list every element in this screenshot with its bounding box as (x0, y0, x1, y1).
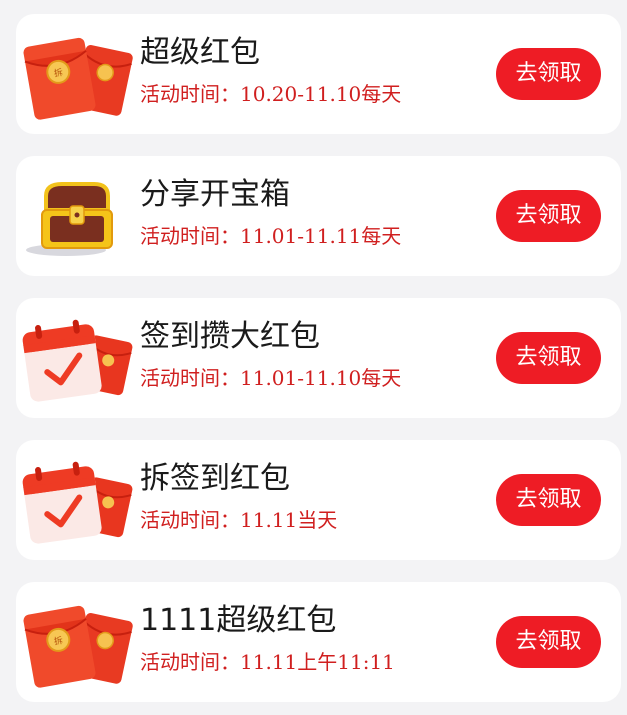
activity-time-value: 11.01-11.10每天 (240, 366, 402, 390)
activity-card-super-red-packet: 拆 超级红包 活动时间：10.20-11.10每天 去领取 (16, 14, 621, 134)
red-envelope-icon: 拆 (18, 28, 134, 120)
activity-time: 活动时间：11.11上午11:11 (140, 648, 395, 676)
activity-time: 活动时间：11.11当天 (140, 506, 337, 534)
claim-button[interactable]: 去领取 (496, 190, 601, 242)
activity-time: 活动时间：10.20-11.10每天 (140, 80, 401, 108)
activity-time-label: 活动时间： (140, 82, 240, 106)
activity-time-value: 10.20-11.10每天 (240, 82, 402, 106)
activity-title: 签到攒大红包 (140, 319, 320, 354)
activity-card-open-checkin-red-packet: 拆签到红包 活动时间：11.11当天 去领取 (16, 440, 621, 560)
calendar-checkin-icon (18, 312, 134, 404)
activity-card-share-treasure-chest: 分享开宝箱 活动时间：11.01-11.11每天 去领取 (16, 156, 621, 276)
activity-card-1111-super-red-packet: 拆 1111超级红包 活动时间：11.11上午11:11 去领取 (16, 582, 621, 702)
activity-time-label: 活动时间： (140, 650, 240, 674)
activity-time-value: 11.11当天 (240, 508, 338, 532)
activity-title: 分享开宝箱 (140, 177, 290, 212)
claim-button[interactable]: 去领取 (496, 474, 601, 526)
activity-card-checkin-big-red-packet: 签到攒大红包 活动时间：11.01-11.10每天 去领取 (16, 298, 621, 418)
activity-time: 活动时间：11.01-11.11每天 (140, 222, 401, 250)
activity-time-label: 活动时间： (140, 224, 240, 248)
activity-title: 1111超级红包 (140, 603, 337, 638)
claim-button[interactable]: 去领取 (496, 616, 601, 668)
treasure-chest-icon (18, 170, 134, 262)
activity-title: 拆签到红包 (140, 461, 290, 496)
activity-time-label: 活动时间： (140, 508, 240, 532)
activity-time-value: 11.01-11.11每天 (240, 224, 402, 248)
activity-title: 超级红包 (140, 35, 260, 70)
activity-time-value: 11.11上午11:11 (240, 650, 395, 674)
activity-time: 活动时间：11.01-11.10每天 (140, 364, 401, 392)
red-envelope-icon: 拆 (18, 596, 134, 688)
calendar-checkin-icon (18, 454, 134, 546)
claim-button[interactable]: 去领取 (496, 332, 601, 384)
claim-button[interactable]: 去领取 (496, 48, 601, 100)
activity-time-label: 活动时间： (140, 366, 240, 390)
